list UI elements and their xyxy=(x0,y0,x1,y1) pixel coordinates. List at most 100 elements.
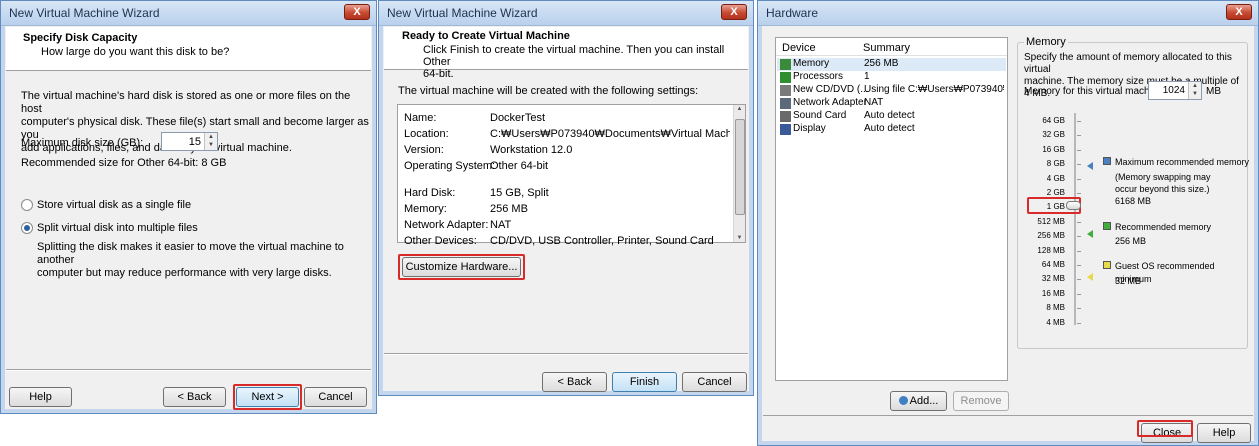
memory-scale-label: 128 MB xyxy=(1037,245,1065,255)
stepper-arrows-icon[interactable]: ▲ ▼ xyxy=(1188,82,1201,99)
stepper-arrows-icon[interactable]: ▲ ▼ xyxy=(204,133,217,150)
device-row[interactable]: Processors 1 xyxy=(777,71,1006,84)
memory-scale-label: 4 GB xyxy=(1046,173,1065,183)
title-bar[interactable]: Hardware X xyxy=(758,1,1258,26)
device-list[interactable]: Device Summary Memory 256 MB Processors 1 Ne… xyxy=(775,37,1008,381)
finish-button[interactable]: Finish xyxy=(612,372,677,392)
close-button[interactable]: X xyxy=(344,4,370,20)
memory-scale-label: 64 GB xyxy=(1042,116,1065,125)
store-single-file-radio[interactable] xyxy=(21,199,33,211)
back-button[interactable]: < Back xyxy=(542,372,607,392)
max-recommended-swatch xyxy=(1103,157,1111,165)
setting-key: Hard Disk: xyxy=(404,187,456,199)
ready-to-create-window: New Virtual Machine Wizard X Ready to Cr… xyxy=(378,0,754,396)
memory-scale-tick xyxy=(1077,121,1081,122)
scroll-down-icon[interactable]: ▼ xyxy=(734,235,745,241)
scroll-up-icon[interactable]: ▲ xyxy=(734,106,745,112)
window-body: Ready to Create Virtual Machine Click Fi… xyxy=(384,27,748,392)
summary-column-header[interactable]: Summary xyxy=(863,42,910,54)
remove-device-button[interactable]: Remove xyxy=(953,391,1009,411)
max-recommended-note: (Memory swapping may occur beyond this s… xyxy=(1115,172,1211,194)
wizard-header: Ready to Create Virtual Machine Click Fi… xyxy=(384,27,748,80)
setting-value: C:₩Users₩P073940₩Documents₩Virtual Machi… xyxy=(490,128,730,140)
wizard-header: Specify Disk Capacity How large do you w… xyxy=(6,27,371,71)
max-recommended-marker-icon xyxy=(1087,162,1093,170)
device-row[interactable]: New CD/DVD (... Using file C:₩Users₩P0739… xyxy=(777,84,1006,97)
close-button[interactable]: X xyxy=(721,4,747,20)
memory-scale-label: 8 MB xyxy=(1046,303,1065,313)
device-column-header[interactable]: Device xyxy=(782,42,816,54)
memory-scale-label: 16 GB xyxy=(1042,144,1065,154)
footer-divider xyxy=(763,415,1253,416)
setting-value: Workstation 12.0 xyxy=(490,144,573,156)
split-files-label[interactable]: Split virtual disk into multiple files xyxy=(37,222,198,235)
page-subtitle: Click Finish to create the virtual machi… xyxy=(423,44,725,80)
setting-key: Operating System: xyxy=(404,160,496,172)
device-row[interactable]: Sound Card Auto detect xyxy=(777,110,1006,123)
device-summary: Auto detect xyxy=(864,110,915,121)
max-disk-size-label: Maximum disk size (GB): xyxy=(21,137,144,149)
max-disk-size-stepper[interactable]: 15 ▲ ▼ xyxy=(161,132,218,151)
device-name: New CD/DVD (... xyxy=(793,84,869,95)
memory-scale-tick xyxy=(1077,193,1081,194)
setting-value: CD/DVD, USB Controller, Printer, Sound C… xyxy=(490,235,714,247)
help-button[interactable]: Help xyxy=(9,387,72,407)
memory-scale-label: 16 MB xyxy=(1041,288,1065,298)
device-row[interactable]: Network Adapter NAT xyxy=(777,97,1006,110)
memory-stepper[interactable]: 1024 ▲ ▼ xyxy=(1148,81,1202,100)
sound-card-icon xyxy=(780,111,791,122)
window-body: Device Summary Memory 256 MB Processors 1 Ne… xyxy=(763,27,1253,443)
setting-value: DockerTest xyxy=(490,112,546,124)
memory-scale-label: 64 MB xyxy=(1041,260,1065,269)
setting-key: Location: xyxy=(404,128,449,140)
add-device-button[interactable]: Add... xyxy=(890,391,947,411)
cancel-button[interactable]: Cancel xyxy=(304,387,367,407)
customize-highlight xyxy=(398,254,525,280)
memory-scale-tick xyxy=(1077,293,1081,295)
close-button[interactable]: X xyxy=(1226,4,1252,20)
back-button[interactable]: < Back xyxy=(163,387,226,407)
settings-list[interactable]: Name: DockerTest Location: C:₩Users₩P073940… xyxy=(397,104,746,247)
setting-value: NAT xyxy=(490,219,512,231)
split-files-radio[interactable] xyxy=(21,222,33,234)
memory-scale-tick xyxy=(1077,236,1081,238)
memory-scale-tick xyxy=(1077,308,1081,310)
device-summary: Auto detect xyxy=(864,123,915,134)
close-highlight xyxy=(1137,420,1193,437)
guest-minimum-swatch xyxy=(1103,261,1111,269)
store-single-file-label[interactable]: Store virtual disk as a single file xyxy=(37,199,191,212)
display-icon xyxy=(780,124,791,135)
page-title: Ready to Create Virtual Machine xyxy=(402,30,570,42)
memory-scale-tick xyxy=(1077,279,1081,281)
cancel-button[interactable]: Cancel xyxy=(682,372,747,392)
device-name: Sound Card xyxy=(793,110,847,121)
scroll-thumb[interactable] xyxy=(735,119,745,215)
title-bar[interactable]: New Virtual Machine Wizard X xyxy=(1,1,376,26)
hardware-window: Hardware X Device Summary Memory 256 MB Pr… xyxy=(757,0,1259,446)
device-summary: 1 xyxy=(864,71,870,82)
help-button[interactable]: Help xyxy=(1197,423,1251,443)
device-row[interactable]: Memory 256 MB xyxy=(777,58,1006,71)
memory-scale-tick xyxy=(1077,250,1081,252)
settings-scrollbar[interactable]: ▲ ▼ xyxy=(733,105,745,242)
max-recommended-label: Maximum recommended memory xyxy=(1115,157,1250,167)
device-row[interactable]: Display Auto detect xyxy=(777,123,1006,136)
device-summary: Using file C:₩Users₩P073940₩... xyxy=(864,84,1004,95)
memory-scale-label: 2 GB xyxy=(1046,188,1065,197)
memory-value[interactable]: 1024 xyxy=(1163,85,1185,96)
page-subtitle: How large do you want this disk to be? xyxy=(41,46,230,58)
memory-scale-label: 4 MB xyxy=(1046,317,1065,327)
title-bar[interactable]: New Virtual Machine Wizard X xyxy=(379,1,753,26)
max-disk-size-value[interactable]: 15 xyxy=(189,136,201,148)
memory-slider-track[interactable] xyxy=(1074,113,1076,325)
next-highlight xyxy=(233,384,302,410)
memory-scale-label: 32 MB xyxy=(1041,274,1065,284)
split-description: Splitting the disk makes it easier to mo… xyxy=(37,241,344,279)
memory-unit: MB xyxy=(1206,86,1221,97)
recommended-marker-icon xyxy=(1087,230,1093,238)
memory-scale-tick xyxy=(1077,164,1081,166)
recommended-label: Recommended memory xyxy=(1115,222,1212,232)
memory-slider-thumb[interactable] xyxy=(1066,201,1081,210)
setting-key: Network Adapter: xyxy=(404,219,489,231)
processor-icon xyxy=(780,72,791,83)
